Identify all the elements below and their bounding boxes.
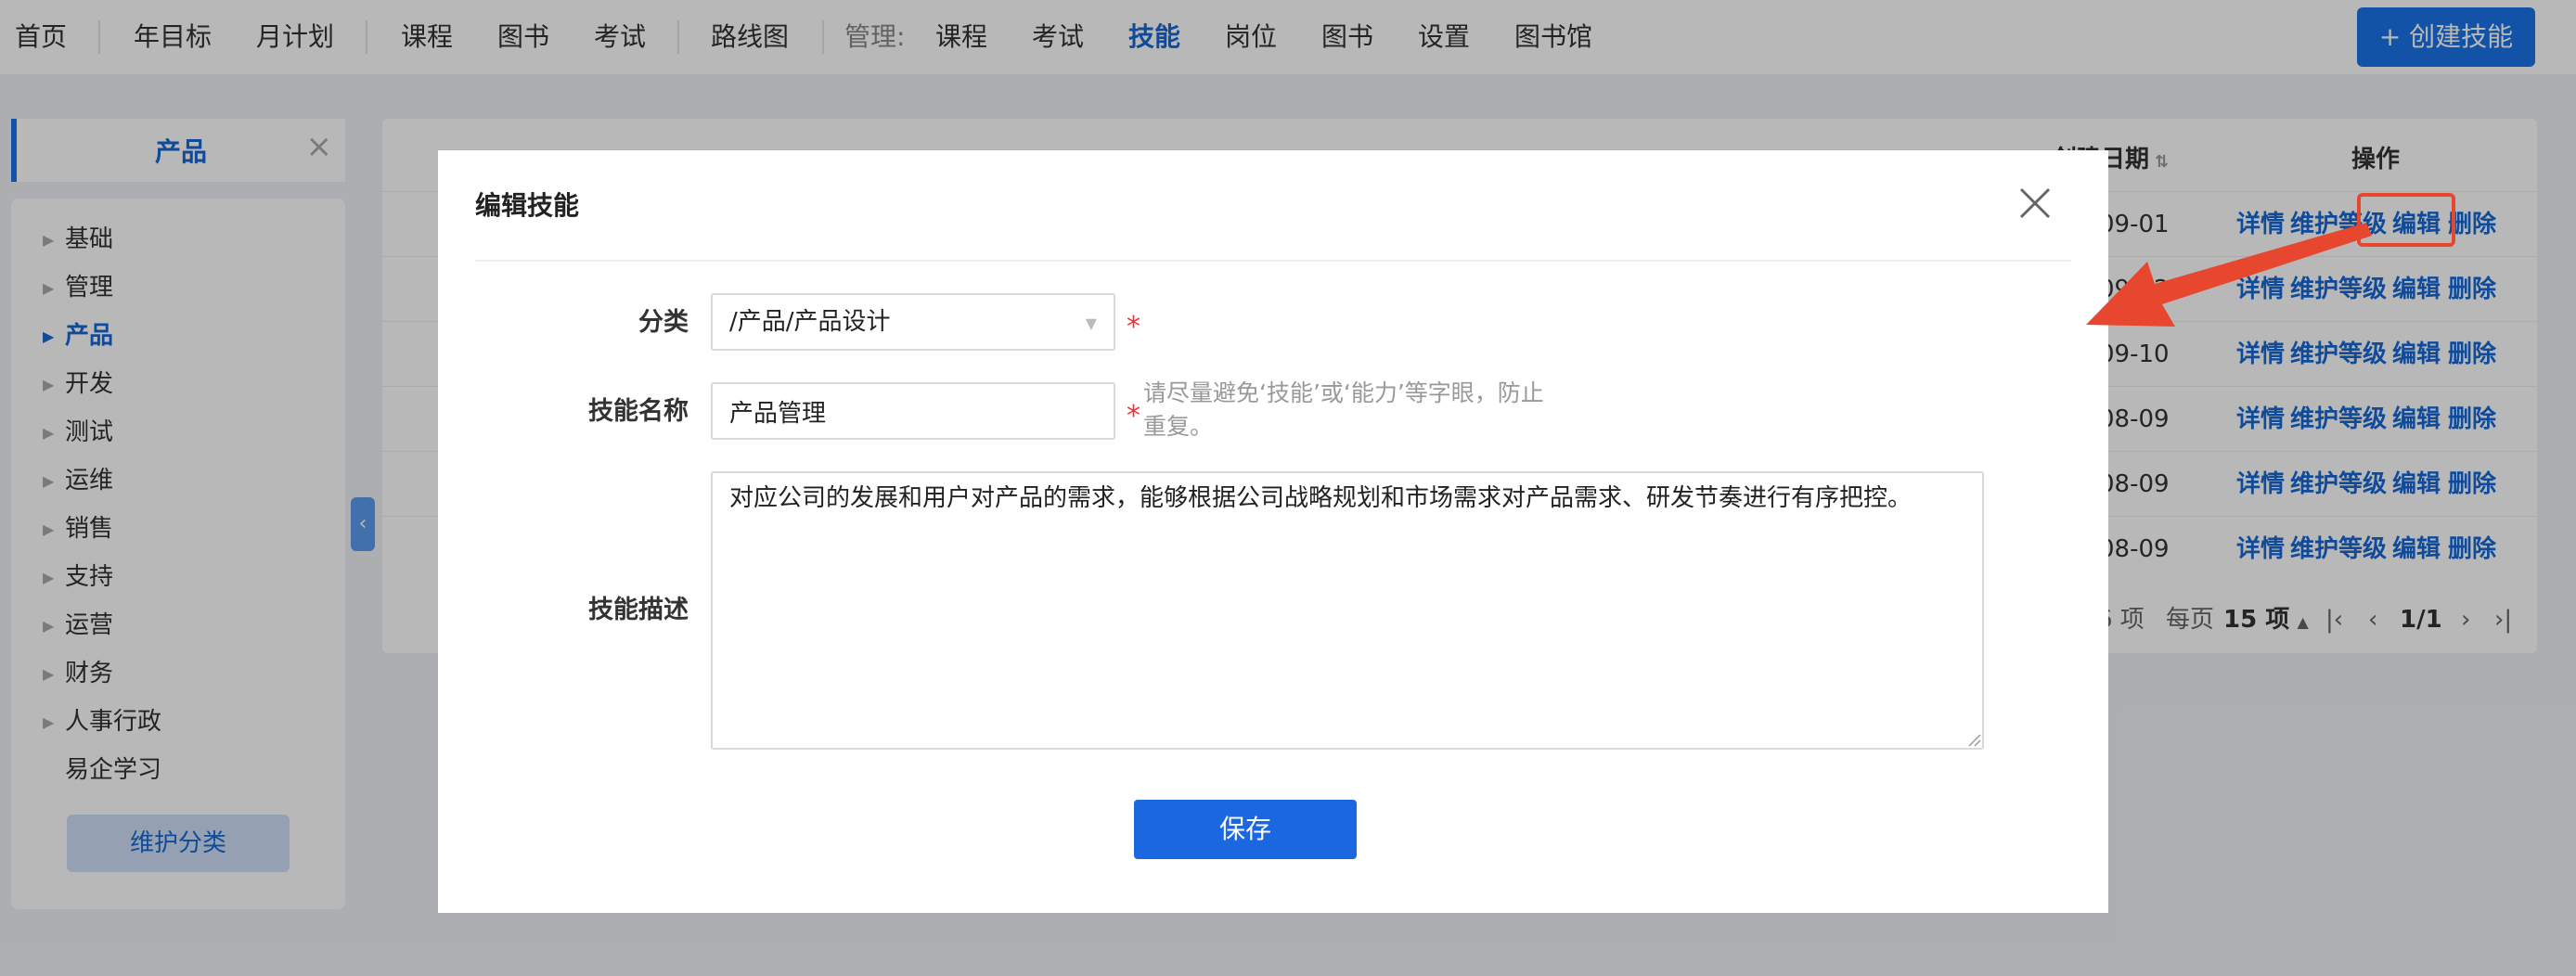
save-button[interactable]: 保存	[1134, 800, 1357, 859]
dialog-divider	[475, 260, 2071, 262]
required-mark: *	[1127, 400, 1140, 432]
skill-description-label: 技能描述	[588, 596, 689, 624]
skill-description-textarea[interactable]: 对应公司的发展和用户对产品的需求，能够根据公司战略规划和市场需求对产品需求、研发…	[711, 471, 1984, 750]
skill-name-input[interactable]	[711, 382, 1115, 440]
edit-skill-dialog: 编辑技能 分类 /产品/产品设计 ▼ * 技能名称 * 请尽量避免‘技能’或‘能…	[438, 150, 2108, 913]
dialog-title: 编辑技能	[475, 190, 580, 221]
skill-name-hint: 请尽量避免‘技能’或‘能力’等字眼，防止重复。	[1143, 379, 1544, 440]
annotation-arrow-icon	[2086, 223, 2372, 327]
category-select-value: /产品/产品设计	[729, 308, 891, 336]
required-mark: *	[1127, 311, 1140, 343]
resize-handle-icon[interactable]	[1967, 733, 1982, 748]
skill-name-label: 技能名称	[588, 397, 689, 426]
category-select[interactable]: /产品/产品设计 ▼	[711, 293, 1115, 351]
close-icon[interactable]	[2014, 182, 2056, 225]
chevron-down-icon: ▼	[1085, 315, 1097, 332]
category-label: 分类	[638, 308, 689, 337]
